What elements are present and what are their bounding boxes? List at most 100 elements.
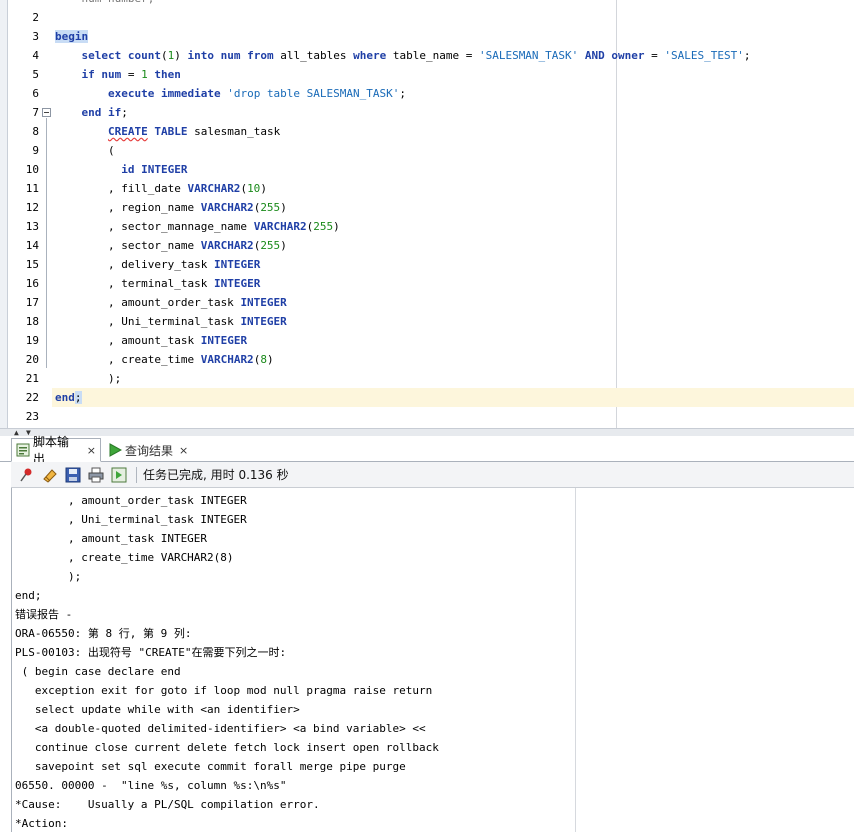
- output-line: 06550. 00000 - "line %s, column %s:\n%s": [15, 779, 287, 792]
- code-line: );: [55, 369, 121, 388]
- export-icon: [111, 467, 127, 482]
- script-output-icon: [16, 443, 30, 457]
- code-token: 'SALESMAN_TASK': [478, 49, 579, 62]
- line-number: 14: [25, 239, 39, 252]
- code-token: =: [121, 68, 142, 81]
- code-line: , sector_mannage_name VARCHAR2(255): [55, 217, 340, 236]
- eraser-icon: [43, 468, 57, 483]
- code-token: from: [247, 49, 274, 62]
- code-token: 255: [260, 239, 281, 252]
- code-token: ;: [399, 87, 407, 100]
- code-token: ): [280, 201, 287, 214]
- code-token: INTEGER: [213, 258, 261, 271]
- code-line: , amount_order_task INTEGER: [55, 293, 287, 312]
- code-token: num: [101, 68, 122, 81]
- output-line: ( begin case declare end: [15, 665, 181, 678]
- line-number: 5: [32, 68, 39, 81]
- tab-query-result[interactable]: 查询结果 ×: [104, 438, 194, 462]
- code-token: , delivery_task: [55, 258, 214, 271]
- output-margin-line: [575, 488, 576, 832]
- line-number: 3: [32, 30, 39, 43]
- line-number: 8: [32, 125, 39, 138]
- code-line: end;: [55, 388, 82, 407]
- code-token: INTEGER: [200, 334, 248, 347]
- code-token: );: [55, 372, 122, 385]
- code-token: salesman_task: [187, 125, 281, 138]
- code-token: , Uni_terminal_task: [55, 315, 241, 328]
- editor-left-strip: [0, 0, 8, 428]
- code-token: VARCHAR2: [200, 201, 254, 214]
- output-line: 错误报告 -: [15, 608, 73, 621]
- output-line: ORA-06550: 第 8 行, 第 9 列:: [15, 627, 192, 640]
- code-token: , fill_date: [55, 182, 188, 195]
- code-token: VARCHAR2: [187, 182, 241, 195]
- line-number: 10: [25, 163, 39, 176]
- code-line: , fill_date VARCHAR2(10): [55, 179, 267, 198]
- output-line: exception exit for goto if loop mod null…: [15, 684, 433, 697]
- code-token: table_name =: [386, 49, 479, 62]
- code-token: , amount_task: [55, 334, 201, 347]
- partial-top-line: num number;: [55, 0, 154, 8]
- code-token: 255: [260, 201, 281, 214]
- code-token: INTEGER: [240, 315, 287, 328]
- line-number: 7: [32, 106, 39, 119]
- code-token: all_tables: [273, 49, 354, 62]
- code-line: , delivery_task INTEGER: [55, 255, 260, 274]
- code-token: (: [55, 144, 115, 157]
- tab-label: 查询结果: [125, 443, 174, 458]
- close-icon[interactable]: ×: [179, 444, 188, 457]
- save-button[interactable]: [63, 465, 83, 485]
- output-line: select update while with <an identifier>: [15, 703, 300, 716]
- output-line: , amount_task INTEGER: [15, 532, 208, 545]
- code-token: CREATE: [107, 125, 148, 138]
- print-icon: [88, 467, 104, 482]
- code-token: INTEGER: [240, 296, 287, 309]
- panel-splitter[interactable]: ▲ ▼: [0, 428, 854, 437]
- output-line: , Uni_terminal_task INTEGER: [15, 513, 247, 526]
- fold-toggle-icon[interactable]: [42, 108, 51, 117]
- code-line: , sector_name VARCHAR2(255): [55, 236, 287, 255]
- code-line: , create_time VARCHAR2(8): [55, 350, 274, 369]
- close-icon[interactable]: ×: [87, 444, 96, 457]
- code-token: begin: [55, 30, 89, 43]
- code-token: , terminal_task: [55, 277, 214, 290]
- code-token: end: [81, 106, 102, 119]
- code-line: begin: [55, 27, 89, 46]
- code-token: , create_time: [55, 353, 201, 366]
- code-editor[interactable]: num number; begin select count(1) into n…: [0, 0, 854, 428]
- line-number: 11: [25, 182, 39, 195]
- export-button[interactable]: [109, 465, 129, 485]
- code-line: , Uni_terminal_task INTEGER: [55, 312, 287, 331]
- code-token: , amount_order_task: [55, 296, 241, 309]
- code-line: , region_name VARCHAR2(255): [55, 198, 287, 217]
- script-output-area[interactable]: , amount_order_task INTEGER , Uni_termin…: [11, 488, 854, 832]
- line-number: 17: [25, 296, 39, 309]
- line-number: 15: [25, 258, 39, 271]
- code-line: end if;: [55, 103, 128, 122]
- clear-button[interactable]: [40, 465, 60, 485]
- toolbar-separator: [136, 466, 137, 483]
- pin-button[interactable]: [17, 465, 37, 485]
- code-line: (: [55, 141, 115, 160]
- line-number: 6: [32, 87, 39, 100]
- line-number: 12: [25, 201, 39, 214]
- tab-script-output[interactable]: 脚本输出 ×: [11, 435, 101, 466]
- code-token: num: [220, 49, 241, 62]
- line-number: 19: [25, 334, 39, 347]
- pin-icon: [20, 468, 32, 481]
- code-line: id INTEGER: [55, 160, 187, 179]
- code-token: select: [81, 49, 122, 62]
- output-line: );: [15, 570, 82, 583]
- save-icon: [65, 467, 81, 482]
- output-line: savepoint set sql execute commit forall …: [15, 760, 406, 773]
- code-token: , region_name: [55, 201, 201, 214]
- output-tabbar: 脚本输出 × 查询结果 ×: [0, 435, 854, 466]
- print-button[interactable]: [86, 465, 106, 485]
- code-line: CREATE TABLE salesman_task: [55, 122, 280, 141]
- code-token: into: [187, 49, 215, 62]
